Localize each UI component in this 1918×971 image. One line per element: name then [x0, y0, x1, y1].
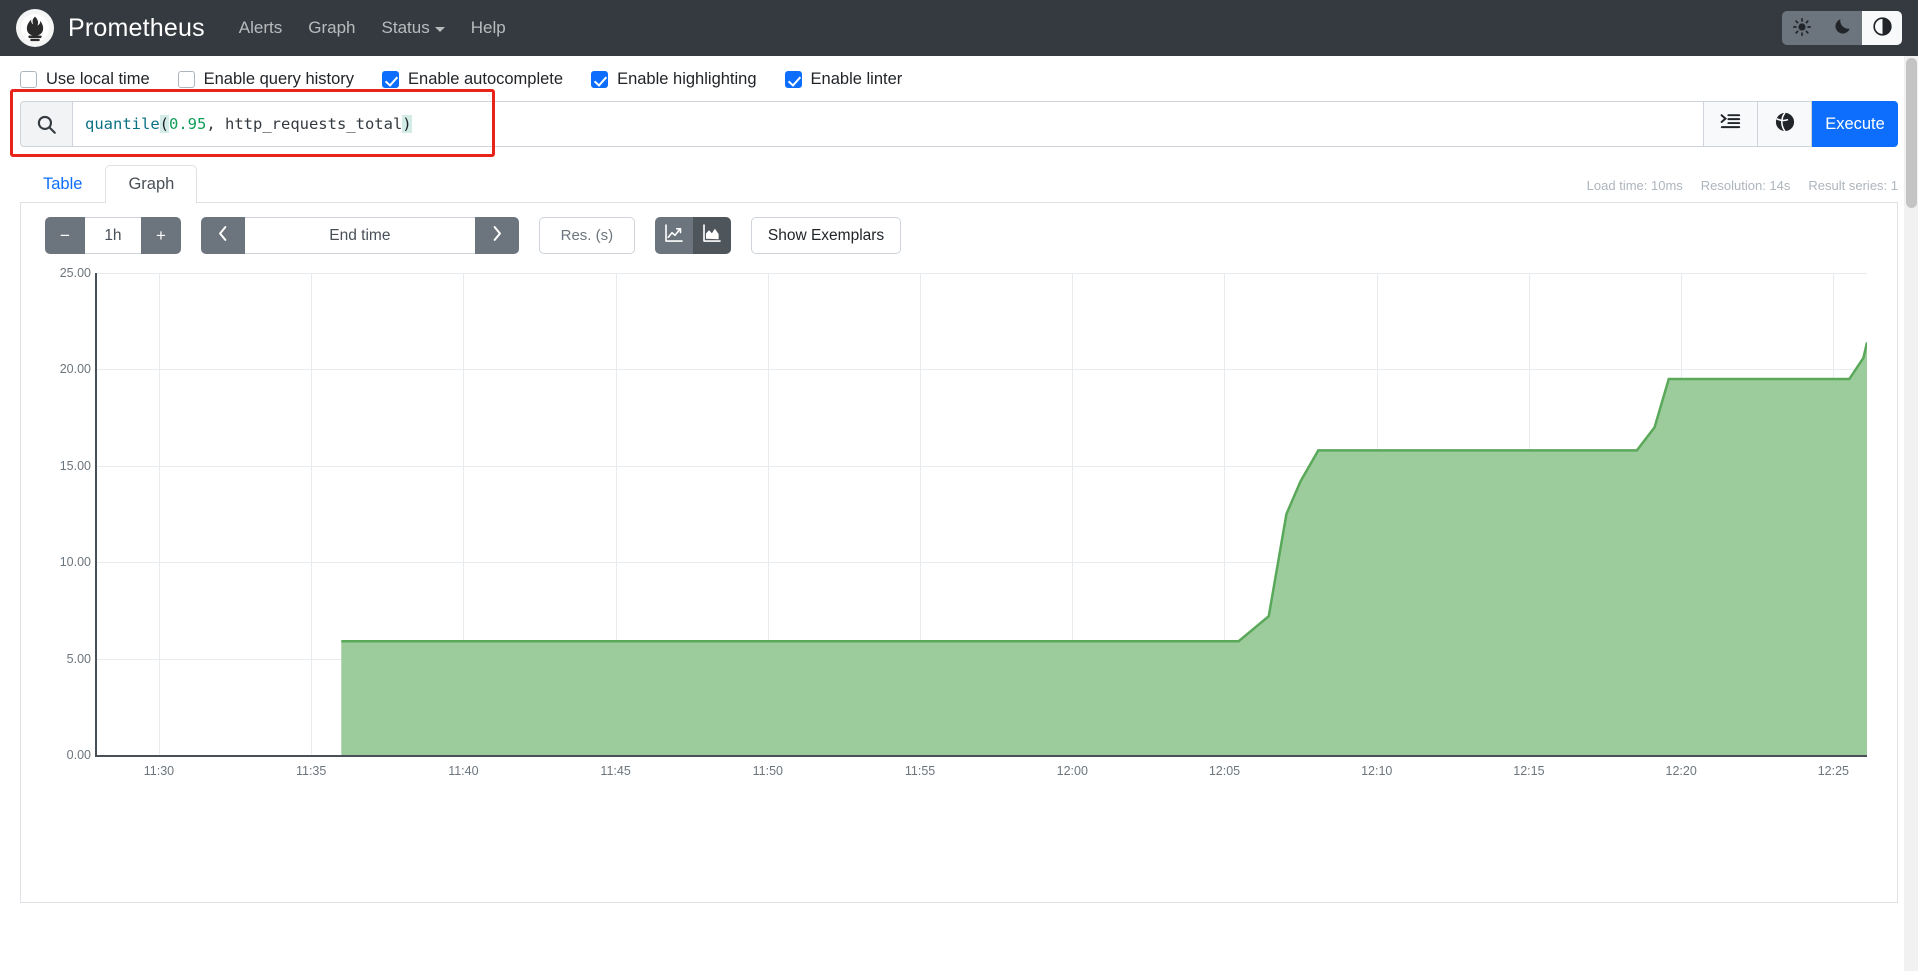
- nav-link-help[interactable]: Help: [471, 18, 506, 38]
- line-chart-icon: [664, 223, 684, 248]
- decrease-range-button[interactable]: −: [45, 217, 85, 254]
- query-expression-input[interactable]: quantile(0.95, http_requests_total): [72, 101, 1704, 147]
- option-enable-query-history[interactable]: Enable query history: [177, 70, 355, 89]
- range-value-input[interactable]: 1h: [84, 217, 141, 254]
- moon-icon: [1834, 18, 1851, 38]
- resolution-input[interactable]: Res. (s): [538, 217, 635, 254]
- range-stepper: − 1h +: [45, 217, 181, 254]
- chevron-right-icon: [490, 225, 504, 247]
- x-tick-label: 12:05: [1208, 764, 1241, 778]
- previous-time-button[interactable]: [200, 217, 245, 254]
- x-tick-label: 11:40: [448, 764, 479, 778]
- checkbox-enable-linter[interactable]: [784, 71, 802, 88]
- format-indent-icon: [1720, 111, 1741, 137]
- brand-title: Prometheus: [68, 13, 205, 42]
- x-tick-label: 11:35: [295, 764, 327, 778]
- checkbox-enable-autocomplete[interactable]: [382, 71, 400, 88]
- x-tick-label: 12:15: [1513, 764, 1545, 778]
- option-label: Enable highlighting: [617, 70, 757, 88]
- x-tick-label: 12:25: [1817, 764, 1849, 778]
- query-token-number: 0.95: [169, 115, 207, 133]
- x-tick-label: 11:45: [600, 764, 631, 778]
- increase-range-button[interactable]: +: [140, 217, 181, 254]
- option-enable-autocomplete[interactable]: Enable autocomplete: [382, 70, 563, 89]
- checkbox-enable-highlighting[interactable]: [591, 71, 609, 88]
- graph-panel: − 1h + End time Res. (s) Show Exemplars …: [20, 203, 1898, 903]
- stacked-chart-button[interactable]: [692, 217, 731, 254]
- nav-status-label: Status: [381, 18, 430, 37]
- stat-resolution: Resolution: 14s: [1700, 178, 1791, 193]
- scrollbar-thumb[interactable]: [1906, 58, 1917, 208]
- metrics-explorer-button[interactable]: [1758, 101, 1812, 147]
- series-area-path: [97, 273, 1867, 755]
- query-token-open-paren: (: [159, 115, 169, 133]
- theme-auto-button[interactable]: [1862, 11, 1902, 45]
- globe-metrics-icon: [1774, 111, 1796, 138]
- sun-icon: [1793, 17, 1811, 39]
- stat-result-series: Result series: 1: [1808, 178, 1898, 193]
- format-expression-button[interactable]: [1704, 101, 1758, 147]
- y-tick-label: 10.00: [59, 555, 91, 570]
- chevron-down-icon: [434, 27, 445, 32]
- show-exemplars-button[interactable]: Show Exemplars: [750, 217, 902, 254]
- tab-table[interactable]: Table: [20, 165, 105, 203]
- nav-link-alerts[interactable]: Alerts: [239, 18, 282, 38]
- end-time-picker: End time: [200, 217, 519, 254]
- query-token-function: quantile: [85, 115, 160, 133]
- theme-dark-button[interactable]: [1822, 11, 1862, 45]
- magnifier-icon: [20, 101, 72, 147]
- graph-controls-toolbar: − 1h + End time Res. (s) Show Exemplars: [45, 217, 1885, 254]
- graph-chart: 25.00 20.00 15.00 10.00 5.00 0.00 11:30 …: [33, 266, 1885, 898]
- plot-area: 25.00 20.00 15.00 10.00 5.00 0.00 11:30 …: [60, 266, 1867, 778]
- option-use-local-time[interactable]: Use local time: [20, 70, 150, 89]
- theme-toggle-group: [1782, 11, 1902, 45]
- navbar: Prometheus Alerts Graph Status Help: [0, 0, 1918, 56]
- query-bar: quantile(0.95, http_requests_total) Exec…: [20, 101, 1898, 147]
- nav-link-status[interactable]: Status: [382, 18, 445, 38]
- chart-type-toggle-group: [654, 217, 731, 254]
- x-tick-label: 11:55: [904, 764, 936, 778]
- x-tick-label: 11:50: [752, 764, 784, 778]
- result-view-tabs: Table Graph Load time: 10ms Resolution: …: [20, 161, 1898, 203]
- x-tick-label: 11:30: [143, 764, 175, 778]
- y-tick-label: 25.00: [59, 266, 91, 280]
- y-tick-label: 0.00: [66, 748, 91, 762]
- line-chart-button[interactable]: [654, 217, 693, 254]
- query-stats: Load time: 10ms Resolution: 14s Result s…: [1587, 178, 1898, 193]
- chevron-left-icon: [216, 225, 230, 247]
- option-label: Use local time: [46, 70, 150, 88]
- stat-load-time: Load time: 10ms: [1586, 178, 1683, 193]
- x-tick-label: 12:00: [1056, 764, 1088, 778]
- option-enable-linter[interactable]: Enable linter: [784, 70, 903, 89]
- prometheus-torch-icon: [16, 9, 54, 47]
- x-tick-label: 12:10: [1361, 764, 1393, 778]
- stacked-area-chart-icon: [702, 223, 722, 248]
- checkbox-use-local-time[interactable]: [20, 71, 37, 88]
- tab-graph[interactable]: Graph: [105, 165, 198, 203]
- nav-link-graph[interactable]: Graph: [308, 18, 355, 38]
- y-tick-label: 20.00: [59, 362, 91, 377]
- y-tick-label: 15.00: [59, 458, 91, 473]
- query-options-bar: Use local time Enable query history Enab…: [0, 56, 1918, 99]
- query-token-metric: , http_requests_total: [206, 115, 403, 133]
- contrast-half-circle-icon: [1872, 17, 1892, 39]
- option-enable-highlighting[interactable]: Enable highlighting: [591, 70, 757, 89]
- checkbox-enable-query-history[interactable]: [177, 71, 195, 88]
- execute-button[interactable]: Execute: [1812, 101, 1898, 147]
- next-time-button[interactable]: [474, 217, 519, 254]
- theme-light-button[interactable]: [1782, 11, 1822, 45]
- page-scrollbar[interactable]: [1904, 56, 1918, 971]
- option-label: Enable query history: [203, 70, 355, 88]
- option-label: Enable linter: [810, 70, 903, 88]
- y-tick-label: 5.00: [66, 651, 91, 666]
- option-label: Enable autocomplete: [408, 70, 564, 88]
- query-section: quantile(0.95, http_requests_total) Exec…: [0, 89, 1918, 157]
- end-time-input[interactable]: End time: [244, 217, 475, 254]
- query-token-close-paren: ): [402, 115, 412, 133]
- x-tick-label: 12:20: [1665, 764, 1697, 778]
